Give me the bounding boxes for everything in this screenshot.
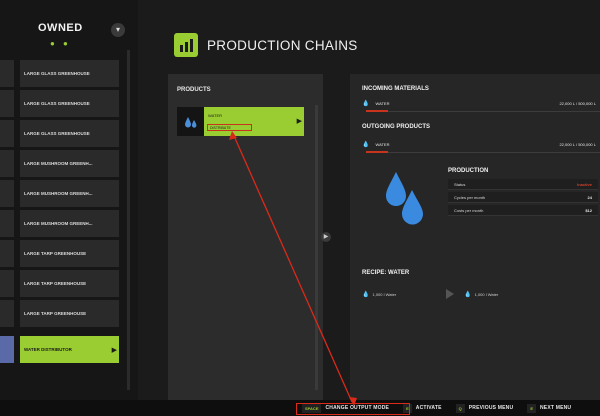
products-scrollbar[interactable] [315,105,318,390]
product-name: WATER [208,113,222,118]
production-value: Inactive [577,181,592,187]
chevron-right-icon: ▶ [111,346,117,354]
production-label: Costs per month [454,207,484,213]
drop-icon: 💧 [362,100,370,107]
sidebar-item[interactable]: LARGE TARP GREENHOUSE [0,270,119,297]
sidebar-item-label: LARGE GLASS GREENHOUSE [24,131,90,136]
outgoing-product-row: 💧 WATER 22,000 L / 500,000 L [362,138,600,150]
recipe-title: RECIPE: WATER [362,270,410,276]
next-menu-action[interactable]: E NEXT MENU [527,402,571,414]
building-thumbnail [0,210,14,237]
production-value: $12 [585,207,592,213]
building-thumbnail [0,300,14,327]
building-thumbnail [0,150,14,177]
key-hint: Q [455,403,465,413]
sidebar-menu-button[interactable]: ▾ [111,23,125,37]
drop-icon: 💧 [362,291,370,298]
output-mode-label[interactable]: DISTRIBUTE [207,124,252,131]
sidebar-item[interactable]: LARGE GLASS GREENHOUSE [0,60,119,87]
production-cycles-row: Cycles per month 24 [448,192,598,203]
recipe-output: 💧 1,000 l Water [464,291,498,298]
page-title: PRODUCTION CHAINS [207,38,358,53]
action-label: PREVIOUS MENU [468,405,514,411]
production-label: Cycles per month [454,194,486,200]
building-thumbnail [0,336,14,363]
building-thumbnail [0,270,14,297]
building-thumbnail [0,120,14,147]
drop-icon: 💧 [362,141,370,148]
recipe-input-label: 1,000 l Water [372,291,397,297]
material-amount: 22,000 L / 500,000 L [559,141,596,147]
sidebar-item[interactable]: LARGE GLASS GREENHOUSE [0,90,119,117]
sidebar-item-label: LARGE TARP GREENHOUSE [24,311,87,316]
action-label: NEXT MENU [539,405,572,411]
sidebar-item[interactable]: LARGE MUSHROOM GREENH... [0,150,119,177]
previous-menu-action[interactable]: Q PREVIOUS MENU [455,402,514,414]
production-status-row: Status Inactive [448,179,598,190]
building-thumbnail [0,240,14,267]
production-chains-icon [174,33,198,57]
chevron-right-icon[interactable]: ▶ [321,232,331,242]
fill-level-track [388,151,600,153]
recipe-output-label: 1,000 l Water [474,291,499,297]
production-costs-row: Costs per month $12 [448,205,598,216]
production-label: Status [454,181,466,187]
material-amount: 22,000 L / 500,000 L [559,100,596,106]
sidebar-item-label: LARGE MUSHROOM GREENH... [24,221,93,226]
action-label: ACTIVATE [415,405,442,411]
sidebar-item-label: LARGE GLASS GREENHOUSE [24,71,90,76]
sidebar-item[interactable]: LARGE TARP GREENHOUSE [0,240,119,267]
outgoing-products-title: OUTGOING PRODUCTS [362,124,431,130]
material-name: WATER [375,100,390,106]
incoming-materials-title: INCOMING MATERIALS [362,86,429,92]
sidebar-item-label: LARGE TARP GREENHOUSE [24,281,87,286]
drop-icon: 💧 [464,291,472,298]
sidebar-item[interactable]: LARGE GLASS GREENHOUSE [0,120,119,147]
chevron-right-icon: ▶ [296,118,302,125]
building-thumbnail [0,60,14,87]
recipe-row: 💧 1,000 l Water 💧 1,000 l Water [362,288,582,300]
sidebar-item-label: LARGE TARP GREENHOUSE [24,251,87,256]
sidebar-item[interactable]: LARGE TARP GREENHOUSE [0,300,119,327]
page-dots: ● ● [50,39,71,48]
water-drops-icon [177,107,204,136]
recipe-input: 💧 1,000 l Water [362,291,396,298]
sidebar-item-label: LARGE MUSHROOM GREENH... [24,191,93,196]
products-label: PRODUCTS [177,87,211,93]
product-card-water[interactable]: WATER DISTRIBUTE ▶ [177,107,304,136]
fill-level-bar [366,151,388,153]
key-hint: E [527,403,536,413]
building-thumbnail [0,180,14,207]
production-title: PRODUCTION [448,168,489,174]
sidebar-item[interactable]: LARGE MUSHROOM GREENH... [0,180,119,207]
sidebar-item-selected[interactable]: WATER DISTRIBUTOR ▶ [0,336,119,363]
sidebar-scrollbar[interactable] [127,50,130,390]
sidebar-title: OWNED [38,22,83,34]
highlight-box [296,403,410,415]
production-value: 24 [587,194,592,200]
sidebar-item-label: LARGE MUSHROOM GREENH... [24,161,93,166]
building-thumbnail [0,90,14,117]
sidebar-item-label: WATER DISTRIBUTOR [24,347,72,352]
arrow-right-icon [446,289,455,299]
fill-level-bar [366,110,388,112]
sidebar-item[interactable]: LARGE MUSHROOM GREENH... [0,210,119,237]
incoming-material-row: 💧 WATER 22,000 L / 500,000 L [362,97,600,109]
fill-level-track [388,110,600,112]
material-name: WATER [375,141,390,147]
water-drops-icon [380,168,430,238]
sidebar-item-label: LARGE GLASS GREENHOUSE [24,101,90,106]
